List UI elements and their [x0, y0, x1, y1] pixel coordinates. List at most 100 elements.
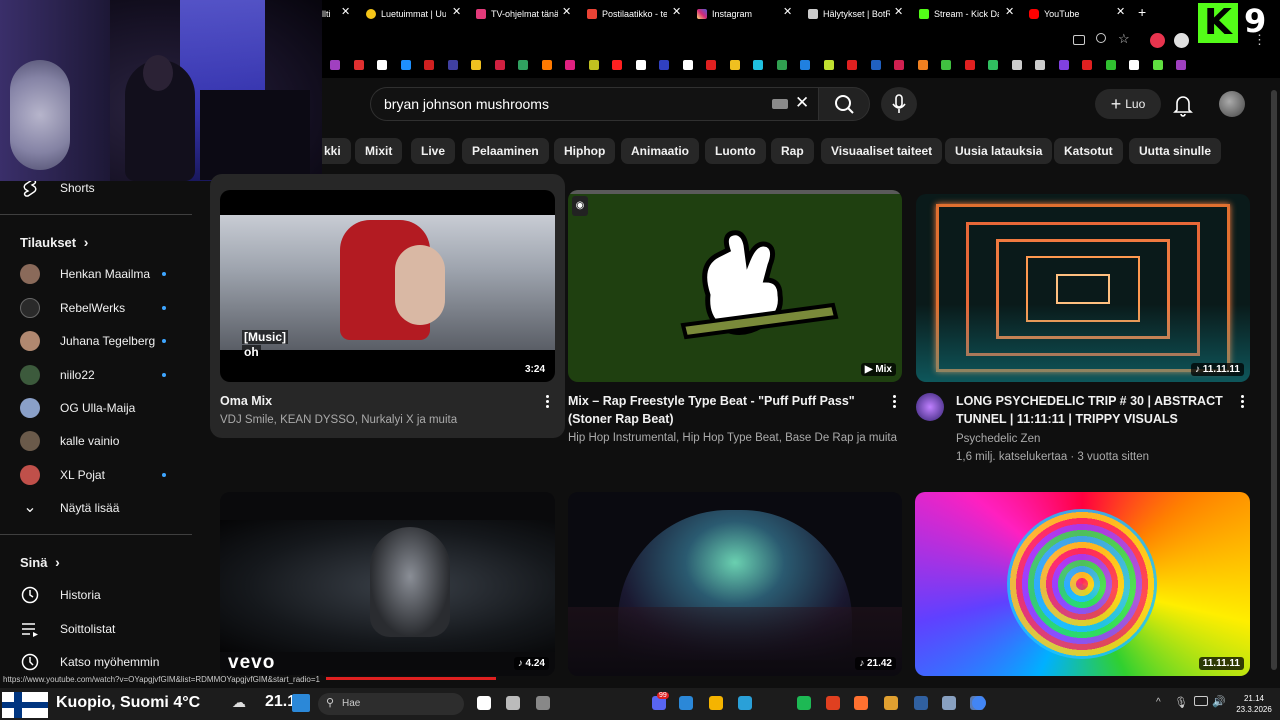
bookmark-favicon-icon[interactable]: [494, 60, 505, 70]
bookmark-favicon-icon[interactable]: [1129, 60, 1139, 70]
app-icon[interactable]: [536, 696, 550, 710]
notifications-bell-icon[interactable]: [1172, 93, 1194, 122]
file-explorer-icon[interactable]: [709, 696, 723, 710]
chip[interactable]: Mixit: [355, 138, 403, 164]
bookmark-favicon-icon[interactable]: [1152, 60, 1163, 70]
video-title[interactable]: Oma Mix: [220, 392, 530, 410]
bookmark-favicon-icon[interactable]: [400, 60, 411, 70]
tab-close-icon[interactable]: ✕: [1116, 5, 1125, 18]
sidebar-item-watch-later[interactable]: Katso myöhemmin: [0, 646, 195, 678]
bookmark-favicon-icon[interactable]: [823, 60, 834, 70]
bookmark-favicon-icon[interactable]: [353, 60, 364, 70]
sidebar-channel[interactable]: XL Pojat: [0, 459, 195, 491]
more-options-icon[interactable]: [893, 395, 897, 410]
zoom-icon[interactable]: [1096, 33, 1106, 43]
microphone-tray-icon[interactable]: 🎙: [1174, 696, 1188, 709]
search-button[interactable]: [818, 87, 870, 121]
browser-tab[interactable]: llti: [322, 4, 342, 24]
bookmark-favicon-icon[interactable]: [917, 60, 928, 70]
bookmark-favicon-icon[interactable]: [1176, 60, 1186, 70]
chip[interactable]: Uutta sinulle: [1129, 138, 1222, 164]
mail-icon[interactable]: [679, 696, 693, 710]
sidebar-channel[interactable]: OG Ulla-Maija: [0, 392, 195, 424]
browser-tab[interactable]: Hälytykset | BotRi: [808, 4, 890, 24]
search-query-text[interactable]: bryan johnson mushrooms: [384, 96, 549, 112]
bookmark-favicon-icon[interactable]: [964, 60, 975, 70]
speaker-icon[interactable]: 🔊: [1212, 695, 1226, 708]
start-button[interactable]: [292, 694, 310, 712]
edge-icon[interactable]: [738, 696, 752, 710]
video-thumbnail[interactable]: ♪ 11.11.11: [916, 194, 1250, 382]
sidebar-channel[interactable]: niilo22: [0, 359, 195, 391]
video-meta[interactable]: VDJ Smile, KEAN DYSSO, Nurkalyi X ja mui…: [220, 411, 540, 429]
bookmark-favicon-icon[interactable]: [870, 60, 881, 70]
video-thumbnail[interactable]: ♪ 21.42: [568, 492, 902, 676]
bookmark-favicon-icon[interactable]: [682, 60, 693, 70]
sidebar-item-history[interactable]: Historia: [0, 579, 195, 611]
bookmark-favicon-icon[interactable]: [753, 60, 763, 70]
bookmark-favicon-icon[interactable]: [424, 60, 434, 70]
bookmark-favicon-icon[interactable]: [330, 60, 340, 70]
bookmark-favicon-icon[interactable]: [894, 60, 904, 70]
tab-close-icon[interactable]: ✕: [341, 5, 350, 18]
voice-search-button[interactable]: [881, 87, 917, 121]
more-options-icon[interactable]: [546, 395, 550, 410]
bookmark-favicon-icon[interactable]: [565, 60, 575, 70]
more-options-icon[interactable]: [1241, 395, 1245, 410]
bookmark-favicon-icon[interactable]: [612, 60, 622, 70]
bookmark-favicon-icon[interactable]: [541, 60, 552, 70]
clear-search-icon[interactable]: ✕: [795, 93, 809, 113]
extension-icon[interactable]: [1150, 33, 1165, 48]
bookmark-favicon-icon[interactable]: [1105, 60, 1116, 70]
browser-tab[interactable]: Luetuimmat | Uuti: [366, 4, 446, 24]
app-icon[interactable]: [942, 696, 956, 710]
sidebar-channel[interactable]: Juhana Tegelberg: [0, 325, 195, 357]
you-heading[interactable]: Sinä ›: [20, 554, 60, 570]
tab-close-icon[interactable]: ✕: [894, 5, 903, 18]
bookmark-favicon-icon[interactable]: [706, 60, 716, 70]
browser-tab[interactable]: Postilaatikko - tee: [587, 4, 667, 24]
bookmark-favicon-icon[interactable]: [1058, 60, 1069, 70]
browser-tab[interactable]: TV-ohjelmat tänä: [476, 4, 558, 24]
bookmark-favicon-icon[interactable]: [776, 60, 787, 70]
spotify-icon[interactable]: [797, 696, 811, 710]
bookmark-favicon-icon[interactable]: [988, 60, 998, 70]
keyboard-icon[interactable]: [772, 99, 788, 109]
tab-close-icon[interactable]: ✕: [452, 5, 461, 18]
chip[interactable]: Katsotut: [1054, 138, 1123, 164]
video-thumbnail[interactable]: 11.11.11: [915, 492, 1250, 676]
video-title[interactable]: Mix – Rap Freestyle Type Beat - "Puff Pu…: [568, 392, 873, 428]
widgets-icon[interactable]: [506, 696, 520, 710]
video-meta[interactable]: Hip Hop Instrumental, Hip Hop Type Beat,…: [568, 429, 898, 447]
video-thumbnail[interactable]: vevo ♪ 4.24: [220, 492, 555, 676]
page-scrollbar[interactable]: [1271, 90, 1277, 670]
task-view-icon[interactable]: [477, 696, 491, 710]
bookmark-favicon-icon[interactable]: [447, 60, 458, 70]
bookmark-favicon-icon[interactable]: [729, 60, 740, 70]
channel-name[interactable]: Psychedelic Zen: [956, 430, 1226, 448]
chip[interactable]: Visuaaliset taiteet: [821, 138, 943, 164]
chip[interactable]: Hiphop: [554, 138, 616, 164]
sidebar-channel[interactable]: kalle vainio: [0, 425, 195, 457]
taskbar-search-input[interactable]: ⚲ Hae: [318, 693, 464, 715]
browser-tab[interactable]: Stream - Kick Das: [919, 4, 999, 24]
browser-tab-active[interactable]: YouTube: [1029, 4, 1109, 24]
bookmark-favicon-icon[interactable]: [800, 60, 810, 70]
tab-close-icon[interactable]: ✕: [562, 5, 571, 18]
bookmark-favicon-icon[interactable]: [847, 60, 857, 70]
chip[interactable]: Live: [411, 138, 456, 164]
app-icon[interactable]: [826, 696, 840, 710]
bookmark-favicon-icon[interactable]: [635, 60, 646, 70]
chip[interactable]: Pelaaminen: [462, 138, 549, 164]
browser-tab[interactable]: Instagram: [697, 4, 777, 24]
install-app-icon[interactable]: [1073, 35, 1085, 45]
bookmark-favicon-icon[interactable]: [1035, 60, 1045, 70]
tray-chevron-icon[interactable]: ^: [1156, 697, 1161, 708]
subscriptions-heading[interactable]: Tilaukset ›: [20, 234, 88, 250]
bookmark-favicon-icon[interactable]: [659, 60, 669, 70]
new-tab-button[interactable]: +: [1138, 4, 1146, 20]
network-icon[interactable]: [1194, 696, 1208, 706]
sidebar-channel[interactable]: Henkan Maailma: [0, 258, 195, 290]
create-button[interactable]: + Luo: [1095, 89, 1161, 119]
app-icon[interactable]: [884, 696, 898, 710]
